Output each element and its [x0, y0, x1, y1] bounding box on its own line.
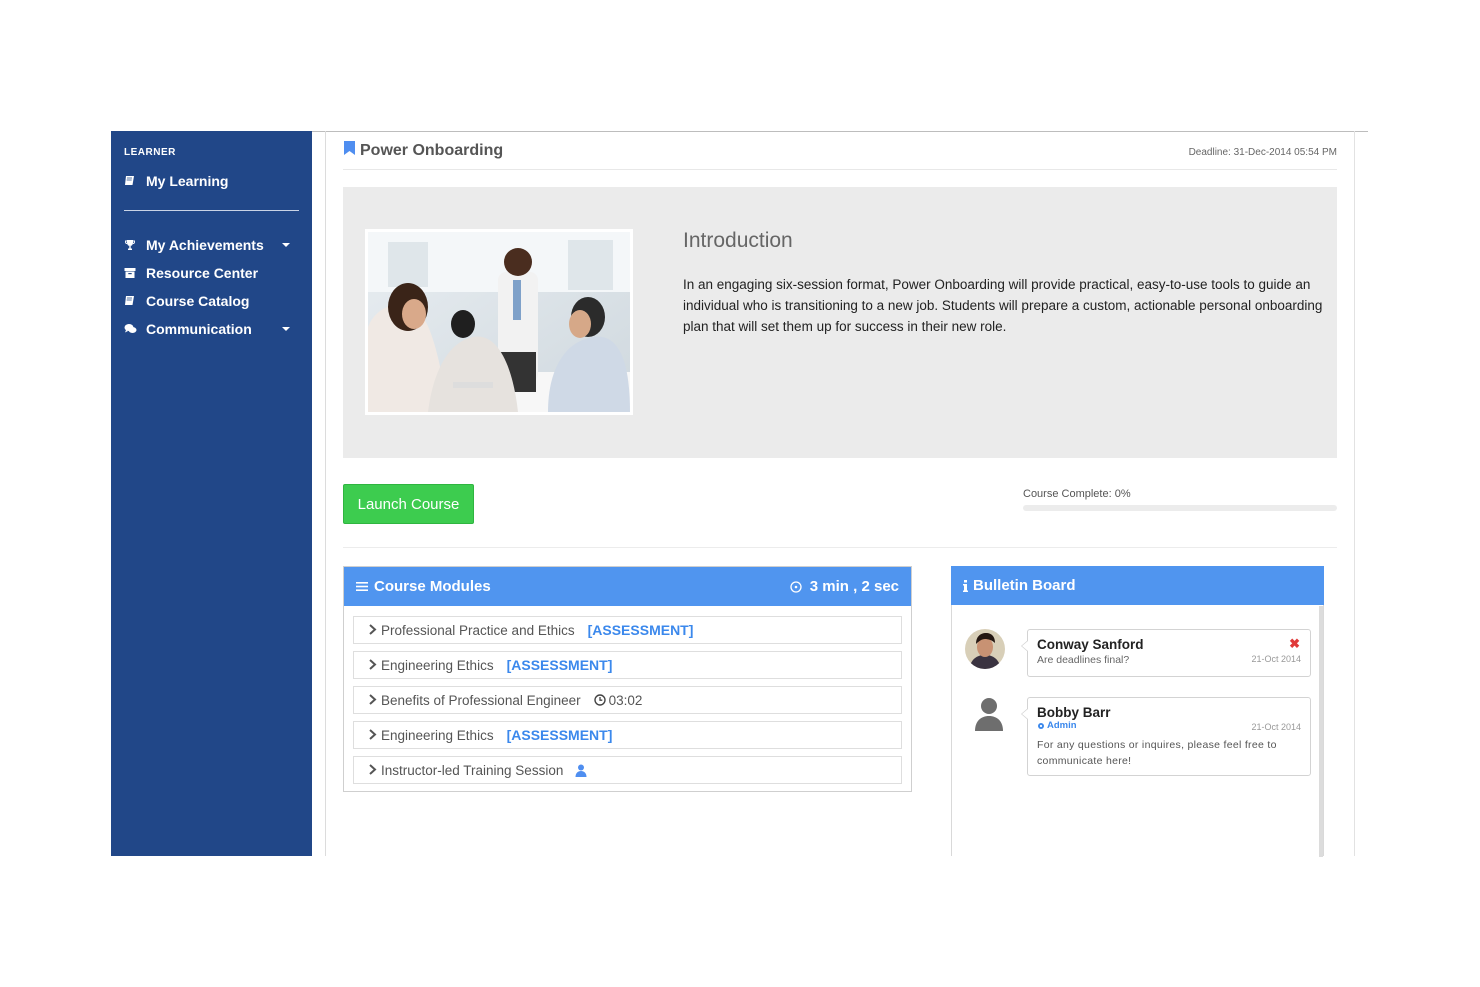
course-modules-panel: Course Modules 3 min , 2 sec Professiona… [343, 566, 912, 792]
app-window: LEARNER My Learning My Achievements Reso… [111, 131, 1368, 857]
sidebar-item-my-achievements[interactable]: My Achievements [124, 234, 298, 256]
sidebar-item-label: Resource Center [146, 265, 259, 281]
chevron-right-icon [368, 728, 377, 743]
sidebar: LEARNER My Learning My Achievements Reso… [111, 131, 312, 856]
main-top-border [312, 131, 1368, 132]
clock-icon [790, 580, 802, 593]
module-name: Benefits of Professional Engineer [381, 692, 581, 708]
deadline-text: Deadline: 31-Dec-2014 05:54 PM [1188, 147, 1337, 158]
chevron-right-icon [368, 763, 377, 778]
module-time: 03:02 [593, 692, 643, 708]
main-right-border [1354, 131, 1355, 856]
avatar [965, 629, 1005, 674]
sidebar-item-label: My Achievements [146, 237, 264, 253]
module-row[interactable]: Benefits of Professional Engineer 03:02 [353, 686, 902, 714]
message-author: Conway Sanford [1037, 637, 1144, 652]
caret-down-icon [282, 327, 290, 331]
module-name: Instructor-led Training Session [381, 762, 564, 778]
bookmark-icon [344, 141, 355, 160]
bulletin-message: Bobby Barr Admin 21-Oct 2014 For any que… [1021, 697, 1311, 776]
message-date: 21-Oct 2014 [1251, 722, 1301, 732]
assessment-tag[interactable]: [ASSESSMENT] [588, 622, 694, 638]
bulletin-scrollbar[interactable] [1319, 606, 1323, 857]
module-row[interactable]: Engineering Ethics [ASSESSMENT] [353, 651, 902, 679]
course-duration-text: 3 min , 2 sec [809, 578, 899, 595]
chat-icon [124, 323, 146, 335]
sidebar-divider [124, 210, 299, 211]
message-date: 21-Oct 2014 [1251, 654, 1301, 664]
intro-text: In an engaging six-session format, Power… [683, 277, 1323, 334]
section-divider [343, 547, 1337, 548]
module-row[interactable]: Professional Practice and Ethics [ASSESS… [353, 616, 902, 644]
title-divider [343, 169, 1337, 170]
page-title: Power Onboarding [344, 141, 503, 160]
message-text: For any questions or inquires, please fe… [1037, 739, 1277, 767]
sidebar-item-label: Course Catalog [146, 293, 250, 309]
bulletin-message: Conway Sanford ✖ 21-Oct 2014 Are deadlin… [1021, 629, 1311, 677]
chevron-right-icon [368, 693, 377, 708]
sidebar-item-label: Communication [146, 321, 252, 337]
main-left-border [325, 131, 326, 856]
archive-icon [124, 267, 146, 279]
launch-course-button[interactable]: Launch Course [343, 484, 474, 524]
sidebar-item-course-catalog[interactable]: Course Catalog [124, 290, 298, 312]
list-icon [356, 581, 368, 592]
course-title: Power Onboarding [360, 141, 504, 159]
gear-icon [1037, 722, 1045, 730]
sidebar-item-my-learning[interactable]: My Learning [124, 170, 298, 192]
course-duration: 3 min , 2 sec [790, 578, 899, 595]
module-row[interactable]: Instructor-led Training Session [353, 756, 902, 784]
bulletin-board-panel: Bulletin Board Conway Sanford ✖ 21-Oct 2… [951, 566, 1324, 857]
module-name: Engineering Ethics [381, 727, 494, 743]
book-icon [124, 175, 146, 187]
chevron-right-icon [368, 623, 377, 638]
book-icon [124, 295, 146, 307]
course-photo [365, 229, 633, 415]
assessment-tag[interactable]: [ASSESSMENT] [507, 657, 613, 673]
module-name: Professional Practice and Ethics [381, 622, 575, 638]
clock-icon [593, 694, 606, 706]
module-time-text: 03:02 [608, 692, 643, 708]
sidebar-section-label: LEARNER [124, 147, 176, 158]
message-role: Admin [1047, 720, 1077, 731]
progress-bar [1023, 505, 1337, 511]
user-icon [974, 697, 1004, 736]
course-modules-title: Course Modules [374, 578, 491, 595]
bulletin-board-header: Bulletin Board [951, 566, 1324, 605]
progress-label: Course Complete: 0% [1023, 488, 1131, 500]
intro-title: Introduction [683, 229, 793, 252]
course-intro-panel: Introduction In an engaging six-session … [343, 187, 1337, 458]
chevron-right-icon [368, 658, 377, 673]
sidebar-item-communication[interactable]: Communication [124, 318, 298, 340]
bulletin-board-title: Bulletin Board [973, 577, 1076, 594]
user-icon [575, 764, 587, 777]
trophy-icon [124, 239, 146, 251]
sidebar-item-label: My Learning [146, 173, 229, 189]
message-author: Bobby Barr [1037, 705, 1111, 720]
close-icon[interactable]: ✖ [1289, 636, 1300, 652]
sidebar-item-resource-center[interactable]: Resource Center [124, 262, 298, 284]
module-name: Engineering Ethics [381, 657, 494, 673]
module-row[interactable]: Engineering Ethics [ASSESSMENT] [353, 721, 902, 749]
info-icon [963, 579, 968, 592]
course-modules-header: Course Modules 3 min , 2 sec [344, 567, 911, 606]
assessment-tag[interactable]: [ASSESSMENT] [507, 727, 613, 743]
caret-down-icon [282, 243, 290, 247]
